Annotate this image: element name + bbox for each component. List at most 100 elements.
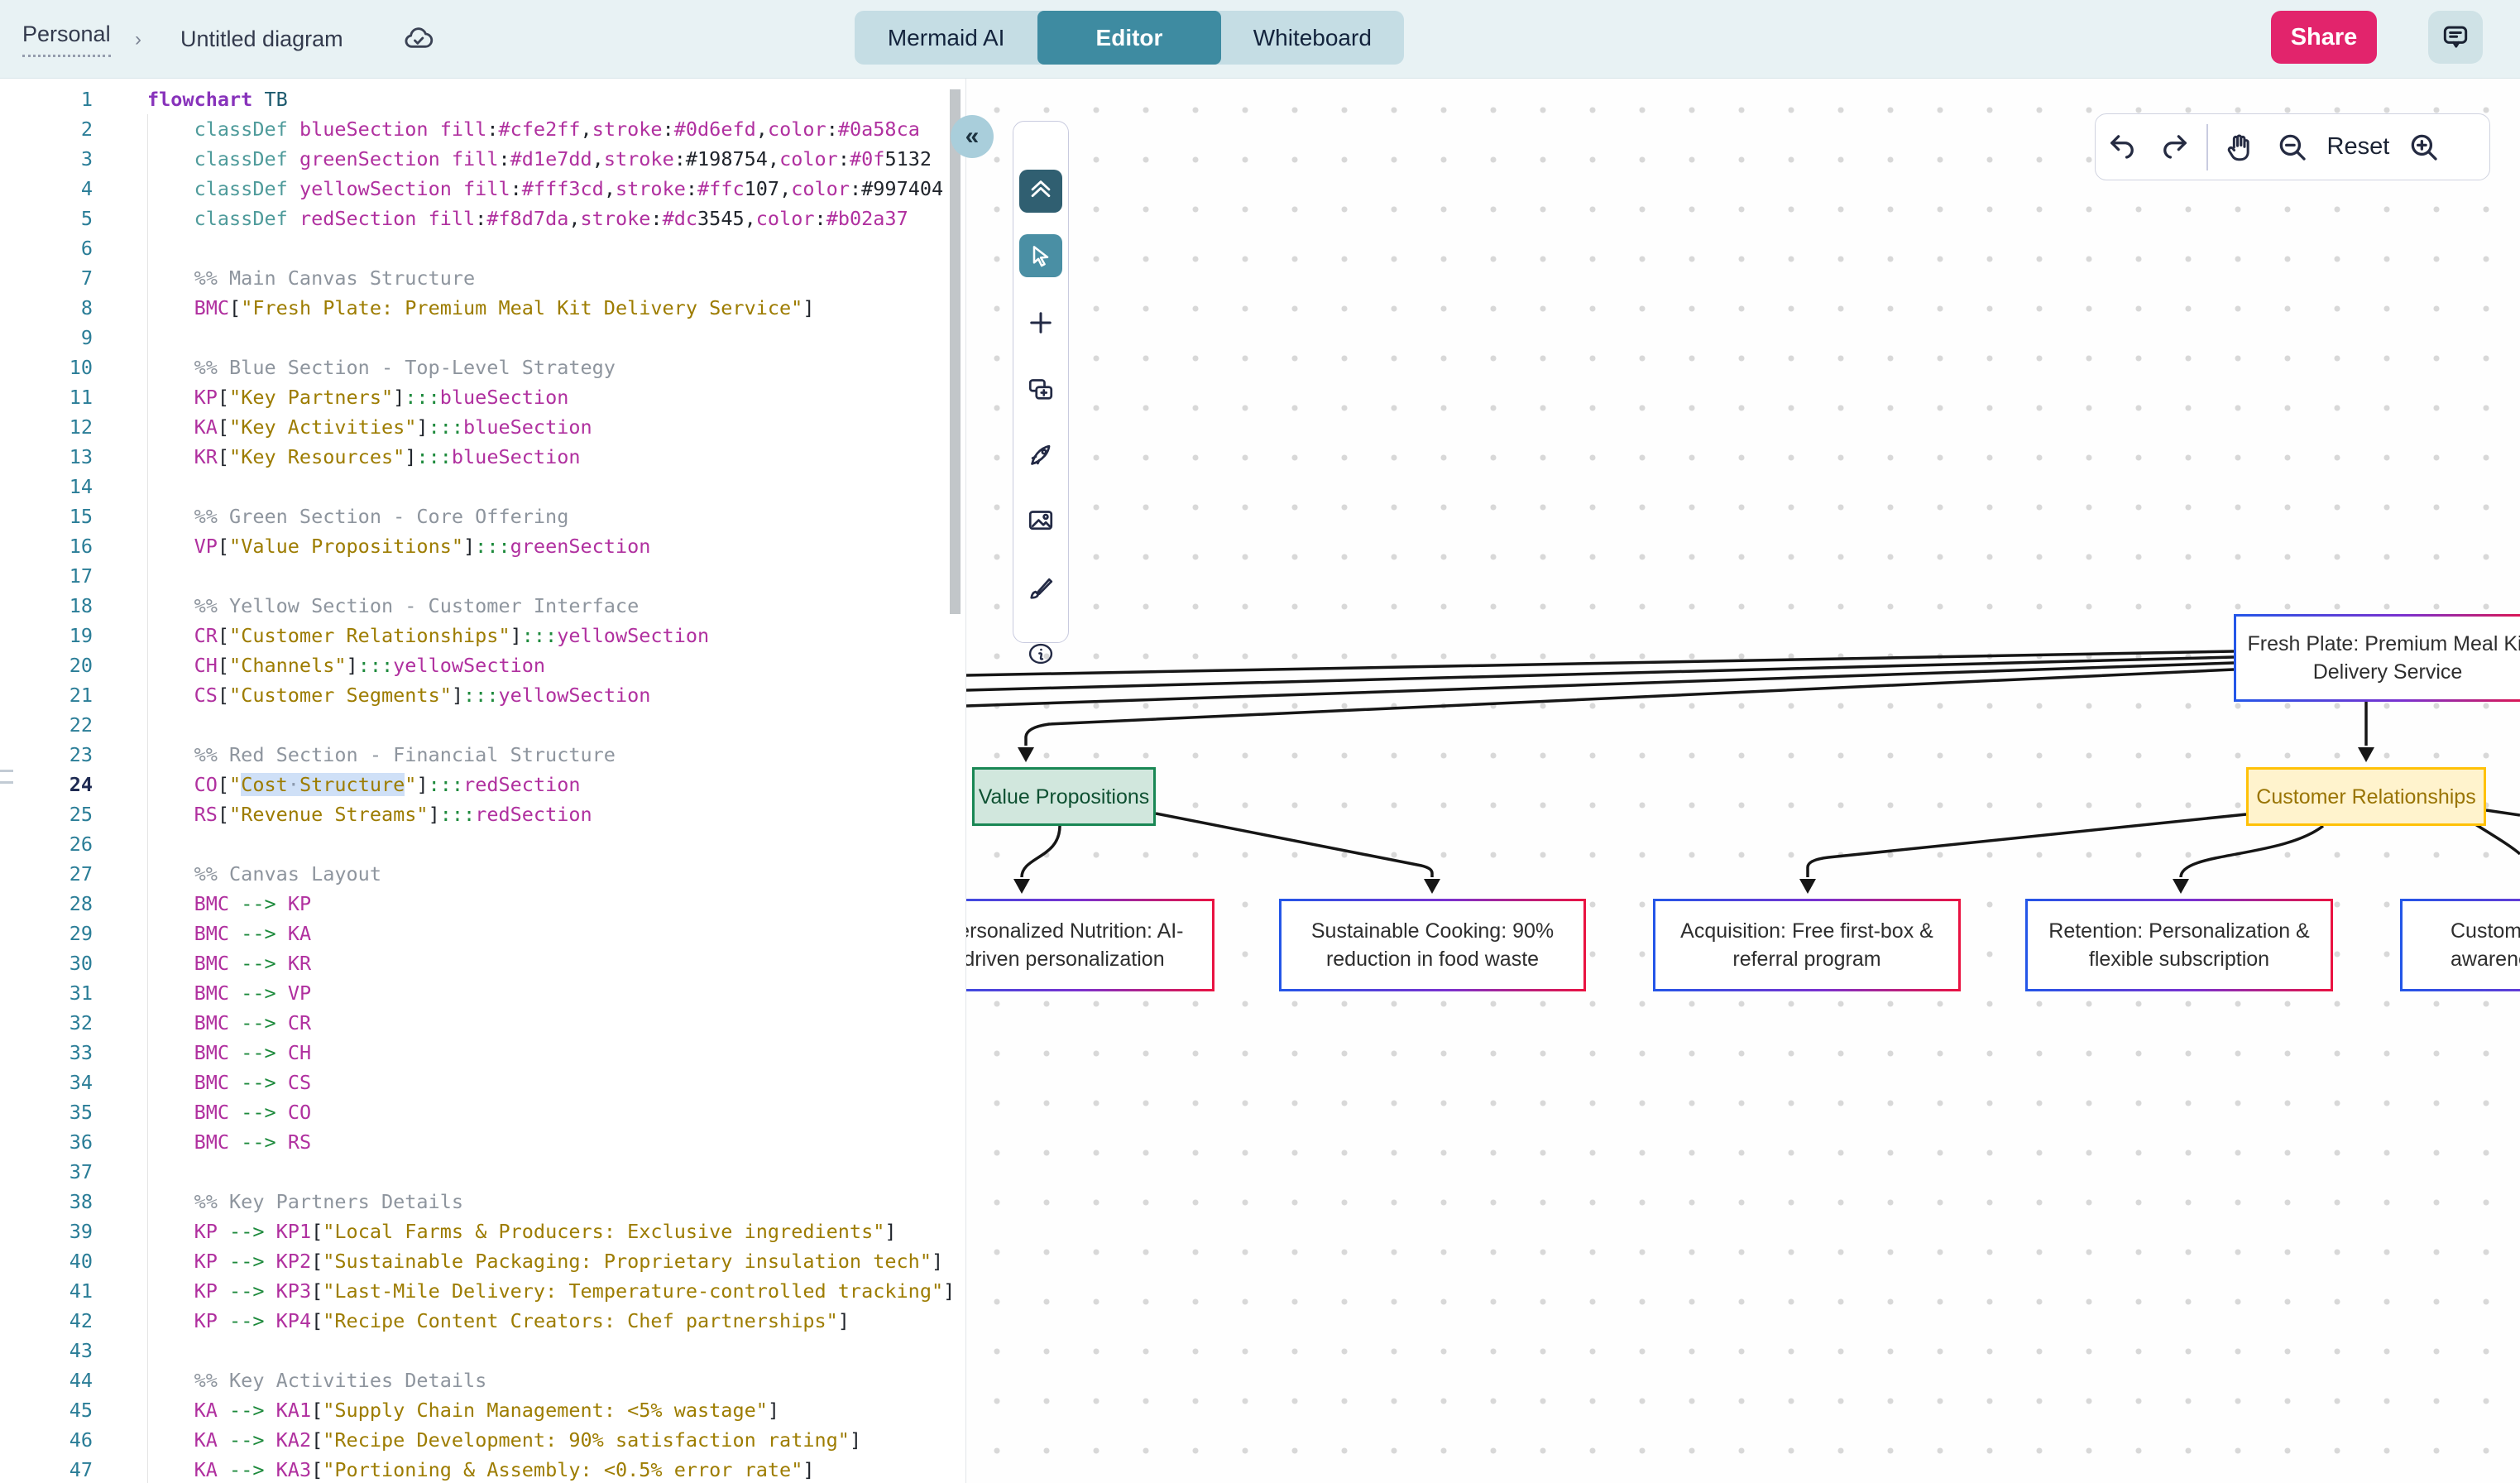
collapse-toolbar-button[interactable] <box>1019 170 1062 213</box>
code-line-46[interactable]: 46 KA --> KA2["Recipe Development: 90% s… <box>0 1425 965 1455</box>
code-line-36[interactable]: 36 BMC --> RS <box>0 1127 965 1157</box>
duplicate-button[interactable] <box>1019 367 1062 410</box>
code-line-26[interactable]: 26 <box>0 829 965 859</box>
code-line-12[interactable]: 12 KA["Key Activities"]:::blueSection <box>0 412 965 442</box>
code-line-15[interactable]: 15 %% Green Section - Core Offering <box>0 502 965 531</box>
code-line-7[interactable]: 7 %% Main Canvas Structure <box>0 263 965 293</box>
code-line-22[interactable]: 22 <box>0 710 965 740</box>
flowchart-node-VP1[interactable]: Personalized Nutrition: AI- driven perso… <box>966 899 1214 991</box>
code-text: RS["Revenue Streams"]:::redSection <box>147 799 592 829</box>
code-text: KP["Key Partners"]:::blueSection <box>147 382 568 412</box>
code-line-13[interactable]: 13 KR["Key Resources"]:::blueSection <box>0 442 965 472</box>
code-line-14[interactable]: 14 <box>0 472 965 502</box>
code-text: %% Key Activities Details <box>147 1365 486 1395</box>
code-line-10[interactable]: 10 %% Blue Section - Top-Level Strategy <box>0 353 965 382</box>
app-header: Personal › Untitled diagram Mermaid AIEd… <box>0 0 2520 79</box>
reset-zoom-button[interactable]: Reset <box>2319 133 2398 161</box>
brush-button[interactable] <box>1019 567 1062 610</box>
code-text: %% Canvas Layout <box>147 859 381 889</box>
chat-button[interactable] <box>2428 11 2483 64</box>
code-line-39[interactable]: 39 KP --> KP1["Local Farms & Producers: … <box>0 1217 965 1246</box>
code-line-31[interactable]: 31 BMC --> VP <box>0 978 965 1008</box>
code-line-34[interactable]: 34 BMC --> CS <box>0 1068 965 1097</box>
code-line-4[interactable]: 4 classDef yellowSection fill:#fff3cd,st… <box>0 174 965 204</box>
flowchart-node-CR1[interactable]: Acquisition: Free first-box & referral p… <box>1653 899 1961 991</box>
code-line-40[interactable]: 40 KP --> KP2["Sustainable Packaging: Pr… <box>0 1246 965 1276</box>
select-cursor-button[interactable] <box>1019 234 1062 277</box>
code-line-38[interactable]: 38 %% Key Partners Details <box>0 1187 965 1217</box>
code-line-27[interactable]: 27 %% Canvas Layout <box>0 859 965 889</box>
code-line-25[interactable]: 25 RS["Revenue Streams"]:::redSection <box>0 799 965 829</box>
flowchart-node-X1[interactable]: Customer awareness <box>2400 899 2520 991</box>
code-text: KA["Key Activities"]:::blueSection <box>147 412 592 442</box>
code-line-11[interactable]: 11 KP["Key Partners"]:::blueSection <box>0 382 965 412</box>
canvas-zoom-bar: Reset <box>2095 113 2490 180</box>
code-line-28[interactable]: 28 BMC --> KP <box>0 889 965 919</box>
flowchart-node-BMC[interactable]: Fresh Plate: Premium Meal Kit Delivery S… <box>2234 614 2520 702</box>
redo-button[interactable] <box>2149 121 2201 174</box>
code-line-1[interactable]: 1flowchart TB <box>0 84 965 114</box>
code-line-33[interactable]: 33 BMC --> CH <box>0 1038 965 1068</box>
flowchart-node-VP2[interactable]: Sustainable Cooking: 90% reduction in fo… <box>1279 899 1586 991</box>
tab-mermaid-ai[interactable]: Mermaid AI <box>855 11 1037 65</box>
code-line-41[interactable]: 41 KP --> KP3["Last-Mile Delivery: Tempe… <box>0 1276 965 1306</box>
flowchart-node-VP[interactable]: Value Propositions <box>972 767 1156 826</box>
info-button[interactable] <box>1019 632 1062 675</box>
rocket-button[interactable] <box>1019 434 1062 477</box>
code-line-47[interactable]: 47 KA --> KA3["Portioning & Assembly: <0… <box>0 1455 965 1483</box>
edge-arrowhead <box>1424 879 1440 894</box>
node-label: Sustainable Cooking: 90% reduction in fo… <box>1311 917 1554 973</box>
code-line-37[interactable]: 37 <box>0 1157 965 1187</box>
add-node-icon <box>1026 308 1056 338</box>
breadcrumb-workspace[interactable]: Personal <box>22 0 111 79</box>
code-line-29[interactable]: 29 BMC --> KA <box>0 919 965 948</box>
code-line-23[interactable]: 23 %% Red Section - Financial Structure <box>0 740 965 770</box>
code-line-5[interactable]: 5 classDef redSection fill:#f8d7da,strok… <box>0 204 965 233</box>
code-line-42[interactable]: 42 KP --> KP4["Recipe Content Creators: … <box>0 1306 965 1336</box>
line-number: 34 <box>0 1068 93 1097</box>
line-number: 14 <box>0 472 93 502</box>
code-line-21[interactable]: 21 CS["Customer Segments"]:::yellowSecti… <box>0 680 965 710</box>
code-line-20[interactable]: 20 CH["Channels"]:::yellowSection <box>0 650 965 680</box>
code-line-6[interactable]: 6 <box>0 233 965 263</box>
line-number: 46 <box>0 1425 93 1455</box>
collapse-editor-button[interactable]: « <box>951 115 994 158</box>
diagram-title[interactable]: Untitled diagram <box>180 0 343 79</box>
undo-button[interactable] <box>2096 121 2149 174</box>
code-text: BMC["Fresh Plate: Premium Meal Kit Deliv… <box>147 293 814 323</box>
share-button[interactable]: Share <box>2271 11 2377 64</box>
zoom-out-button[interactable] <box>2266 121 2319 174</box>
code-line-44[interactable]: 44 %% Key Activities Details <box>0 1365 965 1395</box>
tab-editor[interactable]: Editor <box>1037 11 1220 65</box>
line-number: 22 <box>0 710 93 740</box>
code-line-16[interactable]: 16 VP["Value Propositions"]:::greenSecti… <box>0 531 965 561</box>
line-number: 4 <box>0 174 93 204</box>
code-line-30[interactable]: 30 BMC --> KR <box>0 948 965 978</box>
diagram-canvas[interactable]: Reset Fresh Plate: Premium Meal Kit Deli… <box>966 79 2520 1483</box>
line-number: 12 <box>0 412 93 442</box>
line-number: 3 <box>0 144 93 174</box>
code-line-3[interactable]: 3 classDef greenSection fill:#d1e7dd,str… <box>0 144 965 174</box>
tab-whiteboard[interactable]: Whiteboard <box>1221 11 1404 65</box>
zoom-in-button[interactable] <box>2398 121 2451 174</box>
code-line-45[interactable]: 45 KA --> KA1["Supply Chain Management: … <box>0 1395 965 1425</box>
flowchart-node-CR2[interactable]: Retention: Personalization & flexible su… <box>2025 899 2333 991</box>
pan-hand-button[interactable] <box>2213 121 2266 174</box>
code-line-18[interactable]: 18 %% Yellow Section - Customer Interfac… <box>0 591 965 621</box>
flowchart-node-CR[interactable]: Customer Relationships <box>2246 767 2486 826</box>
line-number: 2 <box>0 114 93 144</box>
code-line-32[interactable]: 32 BMC --> CR <box>0 1008 965 1038</box>
code-line-2[interactable]: 2 classDef blueSection fill:#cfe2ff,stro… <box>0 114 965 144</box>
code-text: VP["Value Propositions"]:::greenSection <box>147 531 650 561</box>
code-line-19[interactable]: 19 CR["Customer Relationships"]:::yellow… <box>0 621 965 650</box>
code-line-9[interactable]: 9 <box>0 323 965 353</box>
image-button[interactable] <box>1019 499 1062 542</box>
code-line-24[interactable]: 24 CO["Cost·Structure"]:::redSection <box>0 770 965 799</box>
code-line-8[interactable]: 8 BMC["Fresh Plate: Premium Meal Kit Del… <box>0 293 965 323</box>
code-line-43[interactable]: 43 <box>0 1336 965 1365</box>
code-line-17[interactable]: 17 <box>0 561 965 591</box>
code-line-35[interactable]: 35 BMC --> CO <box>0 1097 965 1127</box>
add-node-button[interactable] <box>1019 301 1062 344</box>
editor-scrollbar[interactable] <box>950 89 961 614</box>
code-editor[interactable]: 1flowchart TB2 classDef blueSection fill… <box>0 79 966 1483</box>
